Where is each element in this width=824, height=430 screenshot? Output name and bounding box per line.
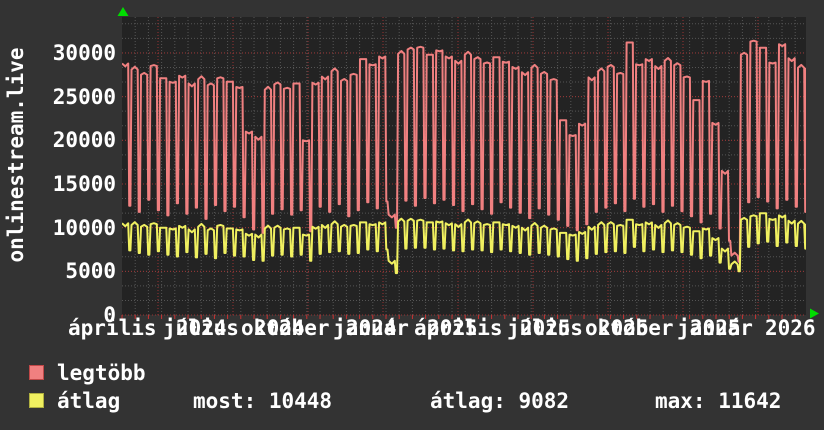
y-axis-tick-label: 20000 bbox=[52, 128, 116, 153]
legend-color-legtobb-icon bbox=[29, 365, 44, 380]
x-axis-tick-label: 2024 bbox=[346, 316, 397, 340]
y-axis-tick-label: 5000 bbox=[65, 259, 116, 284]
x-axis-tick-label: 2025 bbox=[598, 316, 649, 340]
x-axis-tick-label: 2026 bbox=[765, 316, 816, 340]
x-axis-tick-label: 2024 bbox=[176, 316, 227, 340]
y-axis-arrow-icon bbox=[117, 7, 129, 16]
x-axis-tick-label: 2025 bbox=[427, 316, 478, 340]
x-axis-tick-label: április bbox=[68, 316, 157, 340]
legend-label-atlag: átlag bbox=[57, 389, 121, 413]
y-axis-tick-label: 30000 bbox=[52, 40, 116, 65]
legend-color-atlag-icon bbox=[29, 393, 44, 408]
x-axis-tick-label: 2025 bbox=[520, 316, 571, 340]
legend-label-legtobb: legtöbb bbox=[57, 361, 146, 385]
y-axis-tick-label: 10000 bbox=[52, 215, 116, 240]
y-axis-tick-label: 15000 bbox=[52, 171, 116, 196]
y-axis-tick-label: 25000 bbox=[52, 84, 116, 109]
stat-most: most: 10448 bbox=[193, 389, 333, 413]
stat-max: max: 11642 bbox=[655, 389, 782, 413]
x-axis-tick-label: 2024 bbox=[254, 316, 305, 340]
stat-atlag: átlag: 9082 bbox=[430, 389, 570, 413]
rrdtool-graph: onlinestream.live 0 5000 10000 15000 20000 25… bbox=[0, 0, 824, 430]
x-axis-tick-label: 2025 bbox=[690, 316, 741, 340]
